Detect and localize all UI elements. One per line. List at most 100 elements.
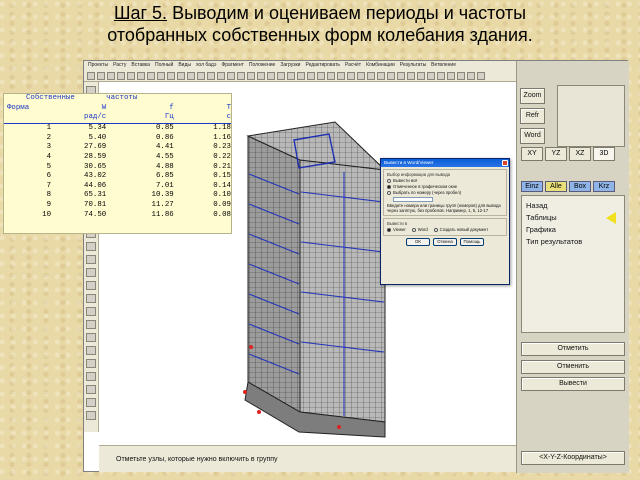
toolbar-tool-icon[interactable] [227, 72, 235, 80]
toolbar-tool-icon[interactable] [117, 72, 125, 80]
toolbar-tool-icon[interactable] [427, 72, 435, 80]
menu-item-back[interactable]: Назад [526, 200, 620, 212]
side-tool-icon[interactable] [86, 255, 96, 264]
toolbar-tool-icon[interactable] [127, 72, 135, 80]
menu-item[interactable]: Фрагмент [221, 61, 243, 70]
close-icon[interactable] [502, 160, 508, 166]
toolbar-tool-icon[interactable] [307, 72, 315, 80]
toolbar-tool-icon[interactable] [417, 72, 425, 80]
coords-button[interactable]: <X-Y-Z-Координаты> [521, 451, 625, 465]
menu-item[interactable]: Полный [155, 61, 173, 70]
view-tab-3d[interactable]: 3D [593, 147, 615, 161]
menu-item[interactable]: Расту [113, 61, 126, 70]
toolbar-tool-icon[interactable] [147, 72, 155, 80]
side-tool-icon[interactable] [86, 359, 96, 368]
menu-item[interactable]: Положение [249, 61, 275, 70]
toolbar-tool-icon[interactable] [347, 72, 355, 80]
help-button[interactable]: Помощь [460, 238, 484, 246]
side-tool-icon[interactable] [86, 385, 96, 394]
unit-t: с [226, 113, 231, 122]
toolbar-tool-icon[interactable] [167, 72, 175, 80]
menu-item-result-type[interactable]: Тип результатов [526, 236, 620, 248]
menu-item-graphics[interactable]: Графика [526, 224, 620, 236]
toolbar-tool-icon[interactable] [237, 72, 245, 80]
toolbar-tool-icon[interactable] [287, 72, 295, 80]
toolbar-tool-icon[interactable] [317, 72, 325, 80]
toolbar-tool-icon[interactable] [187, 72, 195, 80]
menu-item[interactable]: хол бадэ [196, 61, 216, 70]
menu-item[interactable]: Редактировать [305, 61, 340, 70]
menu-item[interactable]: Комбинации [366, 61, 395, 70]
side-tool-icon[interactable] [86, 333, 96, 342]
mode-einz[interactable]: Einz [521, 181, 543, 192]
unmark-button[interactable]: Отменить [521, 360, 625, 374]
toolbar-tool-icon[interactable] [367, 72, 375, 80]
mode-alle[interactable]: Alle [545, 181, 567, 192]
toolbar-tool-icon[interactable] [377, 72, 385, 80]
side-tool-icon[interactable] [86, 320, 96, 329]
side-tool-icon[interactable] [86, 372, 96, 381]
toolbar-tool-icon[interactable] [407, 72, 415, 80]
zoom-button[interactable]: Zoom [520, 88, 545, 104]
toolbar-tool-icon[interactable] [447, 72, 455, 80]
radio-by-number[interactable] [387, 191, 391, 195]
cancel-button[interactable]: Отмена [433, 238, 457, 246]
view-tab-xz[interactable]: XZ [569, 147, 591, 161]
toolbar-tool-icon[interactable] [337, 72, 345, 80]
menu-item[interactable]: Результаты [400, 61, 426, 70]
side-tool-icon[interactable] [86, 398, 96, 407]
word-button[interactable]: Word [520, 128, 545, 144]
numbers-input[interactable] [393, 197, 433, 202]
side-tool-icon[interactable] [86, 346, 96, 355]
view-tab-yz[interactable]: YZ [545, 147, 567, 161]
toolbar-tool-icon[interactable] [397, 72, 405, 80]
toolbar-tool-icon[interactable] [87, 72, 95, 80]
toolbar-tool-icon[interactable] [437, 72, 445, 80]
toolbar-tool-icon[interactable] [477, 72, 485, 80]
side-tool-icon[interactable] [86, 307, 96, 316]
toolbar-tool-icon[interactable] [387, 72, 395, 80]
toolbar-tool-icon[interactable] [277, 72, 285, 80]
toolbar-tool-icon[interactable] [457, 72, 465, 80]
view-tab-xy[interactable]: XY [521, 147, 543, 161]
toolbar-tool-icon[interactable] [197, 72, 205, 80]
toolbar-tool-icon[interactable] [157, 72, 165, 80]
toolbar-tool-icon[interactable] [467, 72, 475, 80]
toolbar-tool-icon[interactable] [177, 72, 185, 80]
side-tool-icon[interactable] [86, 281, 96, 290]
side-tool-icon[interactable] [86, 268, 96, 277]
ok-button[interactable]: OK [406, 238, 430, 246]
side-tool-icon[interactable] [86, 294, 96, 303]
toolbar-tool-icon[interactable] [327, 72, 335, 80]
toolbar-tool-icon[interactable] [357, 72, 365, 80]
menu-item[interactable]: Ветвление [431, 61, 456, 70]
radio-marked[interactable] [387, 185, 391, 189]
radio-word[interactable] [411, 228, 416, 232]
menu-item[interactable]: Вставка [131, 61, 150, 70]
side-tool-icon[interactable] [86, 411, 96, 420]
menu-item[interactable]: Расчёт [345, 61, 361, 70]
checkbox-new-doc[interactable] [433, 228, 438, 232]
toolbar-tool-icon[interactable] [267, 72, 275, 80]
menu-item[interactable]: Виды [178, 61, 191, 70]
toolbar-tool-icon[interactable] [97, 72, 105, 80]
toolbar-tool-icon[interactable] [257, 72, 265, 80]
table-row: 5 30.65 4.88 0.21 [4, 163, 231, 173]
output-button[interactable]: Вывести [521, 377, 625, 391]
toolbar-tool-icon[interactable] [217, 72, 225, 80]
mark-button[interactable]: Отметить [521, 342, 625, 356]
side-tool-icon[interactable] [86, 242, 96, 251]
toolbar-tool-icon[interactable] [137, 72, 145, 80]
radio-viewer[interactable] [387, 228, 391, 232]
toolbar-tool-icon[interactable] [207, 72, 215, 80]
table-row: 7 44.06 7.01 0.14 [4, 182, 231, 192]
toolbar-tool-icon[interactable] [247, 72, 255, 80]
toolbar-tool-icon[interactable] [107, 72, 115, 80]
refresh-button[interactable]: Refr [520, 108, 545, 124]
radio-all[interactable] [387, 179, 391, 183]
mode-krz[interactable]: Krz [593, 181, 615, 192]
mode-box[interactable]: Box [569, 181, 591, 192]
menu-item[interactable]: Проекты [88, 61, 108, 70]
menu-item[interactable]: Загрузки [280, 61, 300, 70]
toolbar-tool-icon[interactable] [297, 72, 305, 80]
